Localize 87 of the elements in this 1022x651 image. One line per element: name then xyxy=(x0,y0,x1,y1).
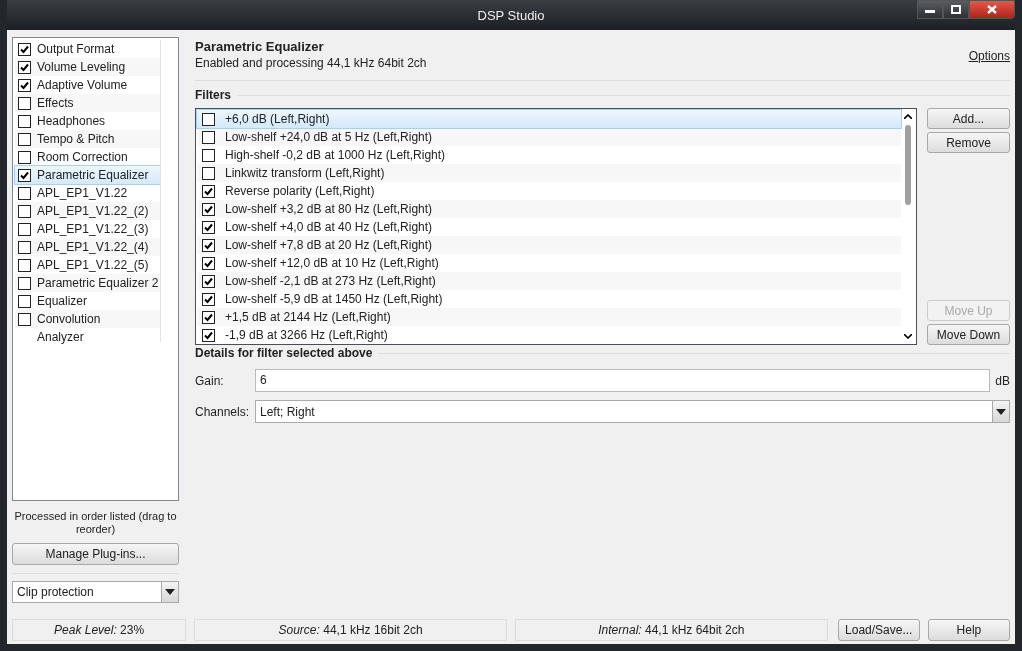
checkbox[interactable] xyxy=(202,274,215,288)
plugin-item[interactable]: Parametric Equalizer 2 xyxy=(15,274,160,292)
details-heading: Details for filter selected above xyxy=(195,346,373,360)
checkbox[interactable] xyxy=(202,220,215,234)
checkbox[interactable] xyxy=(18,96,31,110)
checkbox[interactable] xyxy=(202,310,215,324)
peak-level: Peak Level: 23% xyxy=(12,618,187,641)
checkbox[interactable] xyxy=(18,168,31,182)
checkbox[interactable] xyxy=(18,78,31,92)
checkbox[interactable] xyxy=(202,202,215,216)
plugin-item[interactable]: Convolution xyxy=(15,310,160,328)
plugin-item[interactable]: Equalizer xyxy=(15,292,160,310)
plugin-item[interactable]: Analyzer xyxy=(15,328,160,346)
filter-row[interactable]: Low-shelf -2,1 dB at 273 Hz (Left,Right) xyxy=(197,272,901,290)
filter-row[interactable]: Reverse polarity (Left,Right) xyxy=(197,182,901,200)
plugin-item[interactable]: APL_EP1_V1.22_(3) xyxy=(15,220,160,238)
checkbox[interactable] xyxy=(202,292,215,306)
plugin-item[interactable]: Effects xyxy=(15,94,160,112)
filters-heading: Filters xyxy=(195,88,231,102)
maximize-button[interactable] xyxy=(943,0,969,19)
checkbox[interactable] xyxy=(202,238,215,252)
filter-row[interactable]: Low-shelf +3,2 dB at 80 Hz (Left,Right) xyxy=(197,200,901,218)
plugin-item[interactable]: APL_EP1_V1.22_(2) xyxy=(15,202,160,220)
internal-format: Internal: 44,1 kHz 64bit 2ch xyxy=(514,618,828,641)
plugin-item[interactable]: Volume Leveling xyxy=(15,58,160,76)
filter-row[interactable]: Low-shelf +4,0 dB at 40 Hz (Left,Right) xyxy=(197,218,901,236)
footer-button[interactable]: Load/Save... xyxy=(837,618,920,641)
checkbox[interactable] xyxy=(18,240,31,254)
source-format: Source: 44,1 kHz 16bit 2ch xyxy=(194,618,507,641)
checkbox[interactable] xyxy=(18,258,31,272)
filter-row[interactable]: +6,0 dB (Left,Right) xyxy=(197,110,901,128)
scroll-down-icon[interactable] xyxy=(904,334,912,339)
filter-row[interactable]: High-shelf -0,2 dB at 1000 Hz (Left,Right) xyxy=(197,146,901,164)
checkbox[interactable] xyxy=(18,294,31,308)
footer-button[interactable]: Help xyxy=(927,618,1010,641)
checkbox[interactable] xyxy=(18,132,31,146)
plugin-item[interactable]: APL_EP1_V1.22 xyxy=(15,184,160,202)
plugin-title: Parametric Equalizer xyxy=(195,39,325,54)
gain-field[interactable]: 6 xyxy=(255,369,990,392)
checkbox[interactable] xyxy=(202,256,215,270)
checkbox[interactable] xyxy=(18,276,31,290)
filter-row[interactable]: Low-shelf +12,0 dB at 10 Hz (Left,Right) xyxy=(197,254,901,272)
filter-row[interactable]: -1,9 dB at 3266 Hz (Left,Right) xyxy=(197,326,901,344)
gain-label: Gain: xyxy=(195,373,225,388)
scroll-up-icon[interactable] xyxy=(904,114,912,119)
checkbox[interactable] xyxy=(18,60,31,74)
channels-label: Channels: xyxy=(195,404,251,419)
checkbox[interactable] xyxy=(18,114,31,128)
plugin-item[interactable]: Room Correction xyxy=(15,148,160,166)
filter-button[interactable]: Add... xyxy=(927,108,1010,129)
close-icon xyxy=(987,5,997,14)
filter-button[interactable]: Remove xyxy=(927,132,1010,153)
plugin-item[interactable]: Headphones xyxy=(15,112,160,130)
plugin-item[interactable]: Tempo & Pitch xyxy=(15,130,160,148)
checkbox[interactable] xyxy=(18,186,31,200)
plugin-item[interactable]: APL_EP1_V1.22_(5) xyxy=(15,256,160,274)
filter-row[interactable]: Linkwitz transform (Left,Right) xyxy=(197,164,901,182)
checkbox[interactable] xyxy=(202,184,215,198)
plugin-item[interactable]: Parametric Equalizer xyxy=(15,166,160,184)
clip-protection-dropdown[interactable]: Clip protection xyxy=(12,581,179,603)
window-title: DSP Studio xyxy=(477,7,545,23)
checkbox[interactable] xyxy=(18,204,31,218)
move-button[interactable]: Move Down xyxy=(927,324,1010,345)
filter-row[interactable]: Low-shelf -5,9 dB at 1450 Hz (Left,Right) xyxy=(197,290,901,308)
checkbox[interactable] xyxy=(202,112,215,126)
plugin-item[interactable]: APL_EP1_V1.22_(4) xyxy=(15,238,160,256)
checkbox[interactable] xyxy=(202,130,215,144)
close-button[interactable] xyxy=(969,0,1015,19)
plugin-item[interactable]: Adaptive Volume xyxy=(15,76,160,94)
checkbox[interactable] xyxy=(202,166,215,180)
order-note: Processed in order listed (drag to reorder) xyxy=(13,510,178,536)
checkbox[interactable] xyxy=(18,312,31,326)
checkbox[interactable] xyxy=(18,222,31,236)
filter-row[interactable]: Low-shelf +7,8 dB at 20 Hz (Left,Right) xyxy=(197,236,901,254)
manage-plugins-button[interactable]: Manage Plug-ins... xyxy=(12,543,179,565)
channels-dropdown[interactable]: Left; Right xyxy=(255,400,1010,423)
maximize-icon xyxy=(951,5,961,14)
gain-unit: dB xyxy=(994,373,1010,388)
checkbox[interactable] xyxy=(202,328,215,342)
checkbox[interactable] xyxy=(18,150,31,164)
options-link[interactable]: Options xyxy=(968,49,1010,63)
plugin-status: Enabled and processing 44,1 kHz 64bit 2ch xyxy=(195,56,427,70)
checkbox[interactable] xyxy=(202,148,215,162)
checkbox[interactable] xyxy=(18,42,31,56)
filter-row[interactable]: +1,5 dB at 2144 Hz (Left,Right) xyxy=(197,308,901,326)
plugin-item[interactable]: Output Format xyxy=(15,40,160,58)
minimize-button[interactable] xyxy=(917,0,943,19)
